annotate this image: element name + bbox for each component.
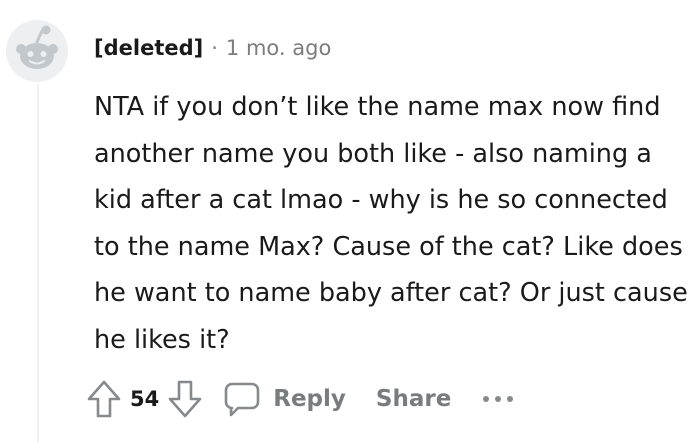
reply-button[interactable]: Reply (223, 380, 346, 418)
reply-label: Reply (273, 386, 346, 412)
default-avatar-icon (6, 20, 68, 82)
more-options-button[interactable] (481, 393, 515, 405)
more-options-icon (483, 396, 514, 402)
thread-line[interactable] (37, 84, 39, 442)
share-button[interactable]: Share (376, 386, 451, 412)
author-name[interactable]: [deleted] (94, 36, 203, 60)
comment-timestamp[interactable]: 1 mo. ago (226, 36, 331, 60)
downvote-button[interactable] (167, 379, 203, 419)
vote-count: 54 (130, 387, 160, 411)
comment-body: NTA if you don’t like the name max now f… (94, 84, 689, 363)
speech-bubble-icon (224, 382, 260, 417)
comment-text: NTA if you don’t like the name max now f… (94, 92, 688, 355)
comment-meta: [deleted] · 1 mo. ago (94, 34, 331, 62)
comment-actions: 54 Reply Share (86, 376, 515, 422)
upvote-button[interactable] (86, 379, 122, 419)
downvote-arrow-icon (168, 380, 202, 418)
upvote-arrow-icon (87, 380, 121, 418)
avatar[interactable] (6, 20, 68, 82)
meta-separator: · (211, 36, 218, 60)
